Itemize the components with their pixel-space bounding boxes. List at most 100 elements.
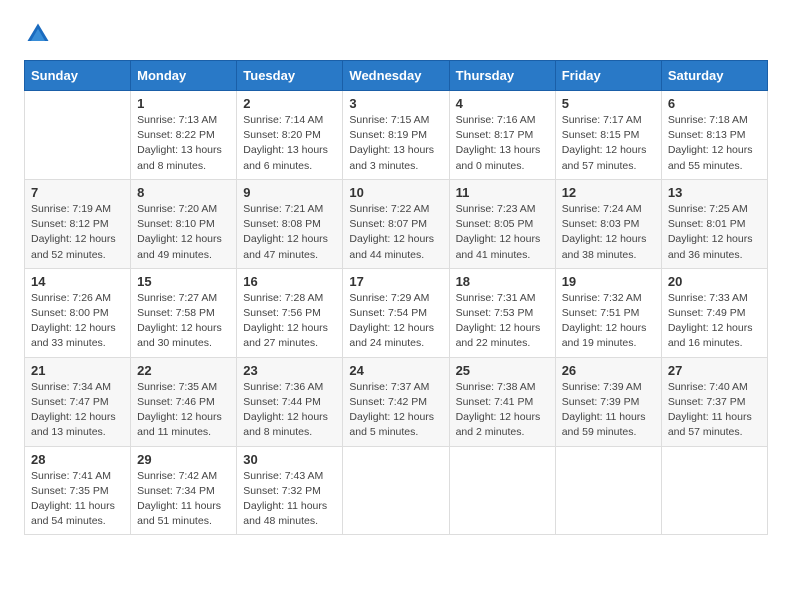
calendar-cell: 9 Sunrise: 7:21 AMSunset: 8:08 PMDaylight… <box>237 179 343 268</box>
day-info: Sunrise: 7:17 AMSunset: 8:15 PMDaylight:… <box>562 113 655 174</box>
day-info: Sunrise: 7:27 AMSunset: 7:58 PMDaylight:… <box>137 291 230 352</box>
day-info: Sunrise: 7:40 AMSunset: 7:37 PMDaylight:… <box>668 380 761 441</box>
day-info: Sunrise: 7:31 AMSunset: 7:53 PMDaylight:… <box>456 291 549 352</box>
day-number: 16 <box>243 274 336 289</box>
day-info: Sunrise: 7:20 AMSunset: 8:10 PMDaylight:… <box>137 202 230 263</box>
weekday-header-row: SundayMondayTuesdayWednesdayThursdayFrid… <box>25 61 768 91</box>
day-info: Sunrise: 7:38 AMSunset: 7:41 PMDaylight:… <box>456 380 549 441</box>
day-number: 18 <box>456 274 549 289</box>
calendar-cell: 8 Sunrise: 7:20 AMSunset: 8:10 PMDaylight… <box>131 179 237 268</box>
day-number: 19 <box>562 274 655 289</box>
calendar-cell: 19 Sunrise: 7:32 AMSunset: 7:51 PMDayligh… <box>555 268 661 357</box>
day-number: 2 <box>243 96 336 111</box>
day-number: 11 <box>456 185 549 200</box>
calendar-cell: 17 Sunrise: 7:29 AMSunset: 7:54 PMDayligh… <box>343 268 449 357</box>
day-info: Sunrise: 7:35 AMSunset: 7:46 PMDaylight:… <box>137 380 230 441</box>
day-info: Sunrise: 7:21 AMSunset: 8:08 PMDaylight:… <box>243 202 336 263</box>
weekday-header: Monday <box>131 61 237 91</box>
day-number: 17 <box>349 274 442 289</box>
calendar-cell: 24 Sunrise: 7:37 AMSunset: 7:42 PMDayligh… <box>343 357 449 446</box>
day-info: Sunrise: 7:14 AMSunset: 8:20 PMDaylight:… <box>243 113 336 174</box>
day-info: Sunrise: 7:34 AMSunset: 7:47 PMDaylight:… <box>31 380 124 441</box>
calendar-cell: 3 Sunrise: 7:15 AMSunset: 8:19 PMDaylight… <box>343 91 449 180</box>
calendar-cell: 18 Sunrise: 7:31 AMSunset: 7:53 PMDayligh… <box>449 268 555 357</box>
day-number: 3 <box>349 96 442 111</box>
calendar-cell <box>661 446 767 535</box>
calendar-cell: 12Sunrise: 7:24 AMSunset: 8:03 PMDayligh… <box>555 179 661 268</box>
day-info: Sunrise: 7:29 AMSunset: 7:54 PMDaylight:… <box>349 291 442 352</box>
day-number: 26 <box>562 363 655 378</box>
calendar-cell: 22 Sunrise: 7:35 AMSunset: 7:46 PMDayligh… <box>131 357 237 446</box>
day-number: 6 <box>668 96 761 111</box>
calendar-week-row: 7 Sunrise: 7:19 AMSunset: 8:12 PMDaylight… <box>25 179 768 268</box>
calendar-cell: 13 Sunrise: 7:25 AMSunset: 8:01 PMDayligh… <box>661 179 767 268</box>
day-number: 1 <box>137 96 230 111</box>
day-info: Sunrise: 7:23 AMSunset: 8:05 PMDaylight:… <box>456 202 549 263</box>
day-info: Sunrise: 7:33 AMSunset: 7:49 PMDaylight:… <box>668 291 761 352</box>
day-info: Sunrise: 7:36 AMSunset: 7:44 PMDaylight:… <box>243 380 336 441</box>
calendar-cell <box>449 446 555 535</box>
day-info: Sunrise: 7:19 AMSunset: 8:12 PMDaylight:… <box>31 202 124 263</box>
calendar-cell: 21 Sunrise: 7:34 AMSunset: 7:47 PMDayligh… <box>25 357 131 446</box>
calendar-cell: 5Sunrise: 7:17 AMSunset: 8:15 PMDaylight… <box>555 91 661 180</box>
day-info: Sunrise: 7:24 AMSunset: 8:03 PMDaylight:… <box>562 202 655 263</box>
logo-icon <box>24 20 52 48</box>
calendar-table: SundayMondayTuesdayWednesdayThursdayFrid… <box>24 60 768 535</box>
calendar-cell: 16 Sunrise: 7:28 AMSunset: 7:56 PMDayligh… <box>237 268 343 357</box>
day-number: 14 <box>31 274 124 289</box>
calendar-cell: 27 Sunrise: 7:40 AMSunset: 7:37 PMDayligh… <box>661 357 767 446</box>
day-info: Sunrise: 7:28 AMSunset: 7:56 PMDaylight:… <box>243 291 336 352</box>
day-number: 24 <box>349 363 442 378</box>
weekday-header: Saturday <box>661 61 767 91</box>
day-number: 23 <box>243 363 336 378</box>
day-info: Sunrise: 7:37 AMSunset: 7:42 PMDaylight:… <box>349 380 442 441</box>
calendar-cell: 6 Sunrise: 7:18 AMSunset: 8:13 PMDaylight… <box>661 91 767 180</box>
day-number: 10 <box>349 185 442 200</box>
day-number: 22 <box>137 363 230 378</box>
calendar-cell <box>25 91 131 180</box>
calendar-cell: 4 Sunrise: 7:16 AMSunset: 8:17 PMDaylight… <box>449 91 555 180</box>
calendar-cell: 10 Sunrise: 7:22 AMSunset: 8:07 PMDayligh… <box>343 179 449 268</box>
day-number: 9 <box>243 185 336 200</box>
calendar-cell: 2 Sunrise: 7:14 AMSunset: 8:20 PMDaylight… <box>237 91 343 180</box>
day-info: Sunrise: 7:15 AMSunset: 8:19 PMDaylight:… <box>349 113 442 174</box>
day-info: Sunrise: 7:42 AMSunset: 7:34 PMDaylight:… <box>137 469 230 530</box>
day-number: 8 <box>137 185 230 200</box>
day-info: Sunrise: 7:22 AMSunset: 8:07 PMDaylight:… <box>349 202 442 263</box>
day-number: 29 <box>137 452 230 467</box>
day-info: Sunrise: 7:16 AMSunset: 8:17 PMDaylight:… <box>456 113 549 174</box>
day-number: 27 <box>668 363 761 378</box>
day-number: 21 <box>31 363 124 378</box>
calendar-week-row: 1Sunrise: 7:13 AMSunset: 8:22 PMDaylight… <box>25 91 768 180</box>
weekday-header: Friday <box>555 61 661 91</box>
weekday-header: Sunday <box>25 61 131 91</box>
day-number: 13 <box>668 185 761 200</box>
day-info: Sunrise: 7:41 AMSunset: 7:35 PMDaylight:… <box>31 469 124 530</box>
calendar-cell <box>555 446 661 535</box>
calendar-cell: 23 Sunrise: 7:36 AMSunset: 7:44 PMDayligh… <box>237 357 343 446</box>
logo <box>24 20 56 48</box>
day-info: Sunrise: 7:26 AMSunset: 8:00 PMDaylight:… <box>31 291 124 352</box>
day-info: Sunrise: 7:18 AMSunset: 8:13 PMDaylight:… <box>668 113 761 174</box>
calendar-cell: 29 Sunrise: 7:42 AMSunset: 7:34 PMDayligh… <box>131 446 237 535</box>
day-number: 4 <box>456 96 549 111</box>
calendar-cell: 28 Sunrise: 7:41 AMSunset: 7:35 PMDayligh… <box>25 446 131 535</box>
weekday-header: Thursday <box>449 61 555 91</box>
day-number: 25 <box>456 363 549 378</box>
day-number: 28 <box>31 452 124 467</box>
calendar-cell: 30Sunrise: 7:43 AMSunset: 7:32 PMDayligh… <box>237 446 343 535</box>
day-number: 7 <box>31 185 124 200</box>
calendar-cell: 1Sunrise: 7:13 AMSunset: 8:22 PMDaylight… <box>131 91 237 180</box>
calendar-week-row: 14 Sunrise: 7:26 AMSunset: 8:00 PMDayligh… <box>25 268 768 357</box>
day-info: Sunrise: 7:32 AMSunset: 7:51 PMDaylight:… <box>562 291 655 352</box>
day-info: Sunrise: 7:25 AMSunset: 8:01 PMDaylight:… <box>668 202 761 263</box>
calendar-cell: 11 Sunrise: 7:23 AMSunset: 8:05 PMDayligh… <box>449 179 555 268</box>
calendar-cell: 14 Sunrise: 7:26 AMSunset: 8:00 PMDayligh… <box>25 268 131 357</box>
calendar-cell: 25 Sunrise: 7:38 AMSunset: 7:41 PMDayligh… <box>449 357 555 446</box>
day-number: 30 <box>243 452 336 467</box>
calendar-week-row: 21 Sunrise: 7:34 AMSunset: 7:47 PMDayligh… <box>25 357 768 446</box>
day-number: 20 <box>668 274 761 289</box>
calendar-week-row: 28 Sunrise: 7:41 AMSunset: 7:35 PMDayligh… <box>25 446 768 535</box>
calendar-cell: 20 Sunrise: 7:33 AMSunset: 7:49 PMDayligh… <box>661 268 767 357</box>
day-info: Sunrise: 7:39 AMSunset: 7:39 PMDaylight:… <box>562 380 655 441</box>
